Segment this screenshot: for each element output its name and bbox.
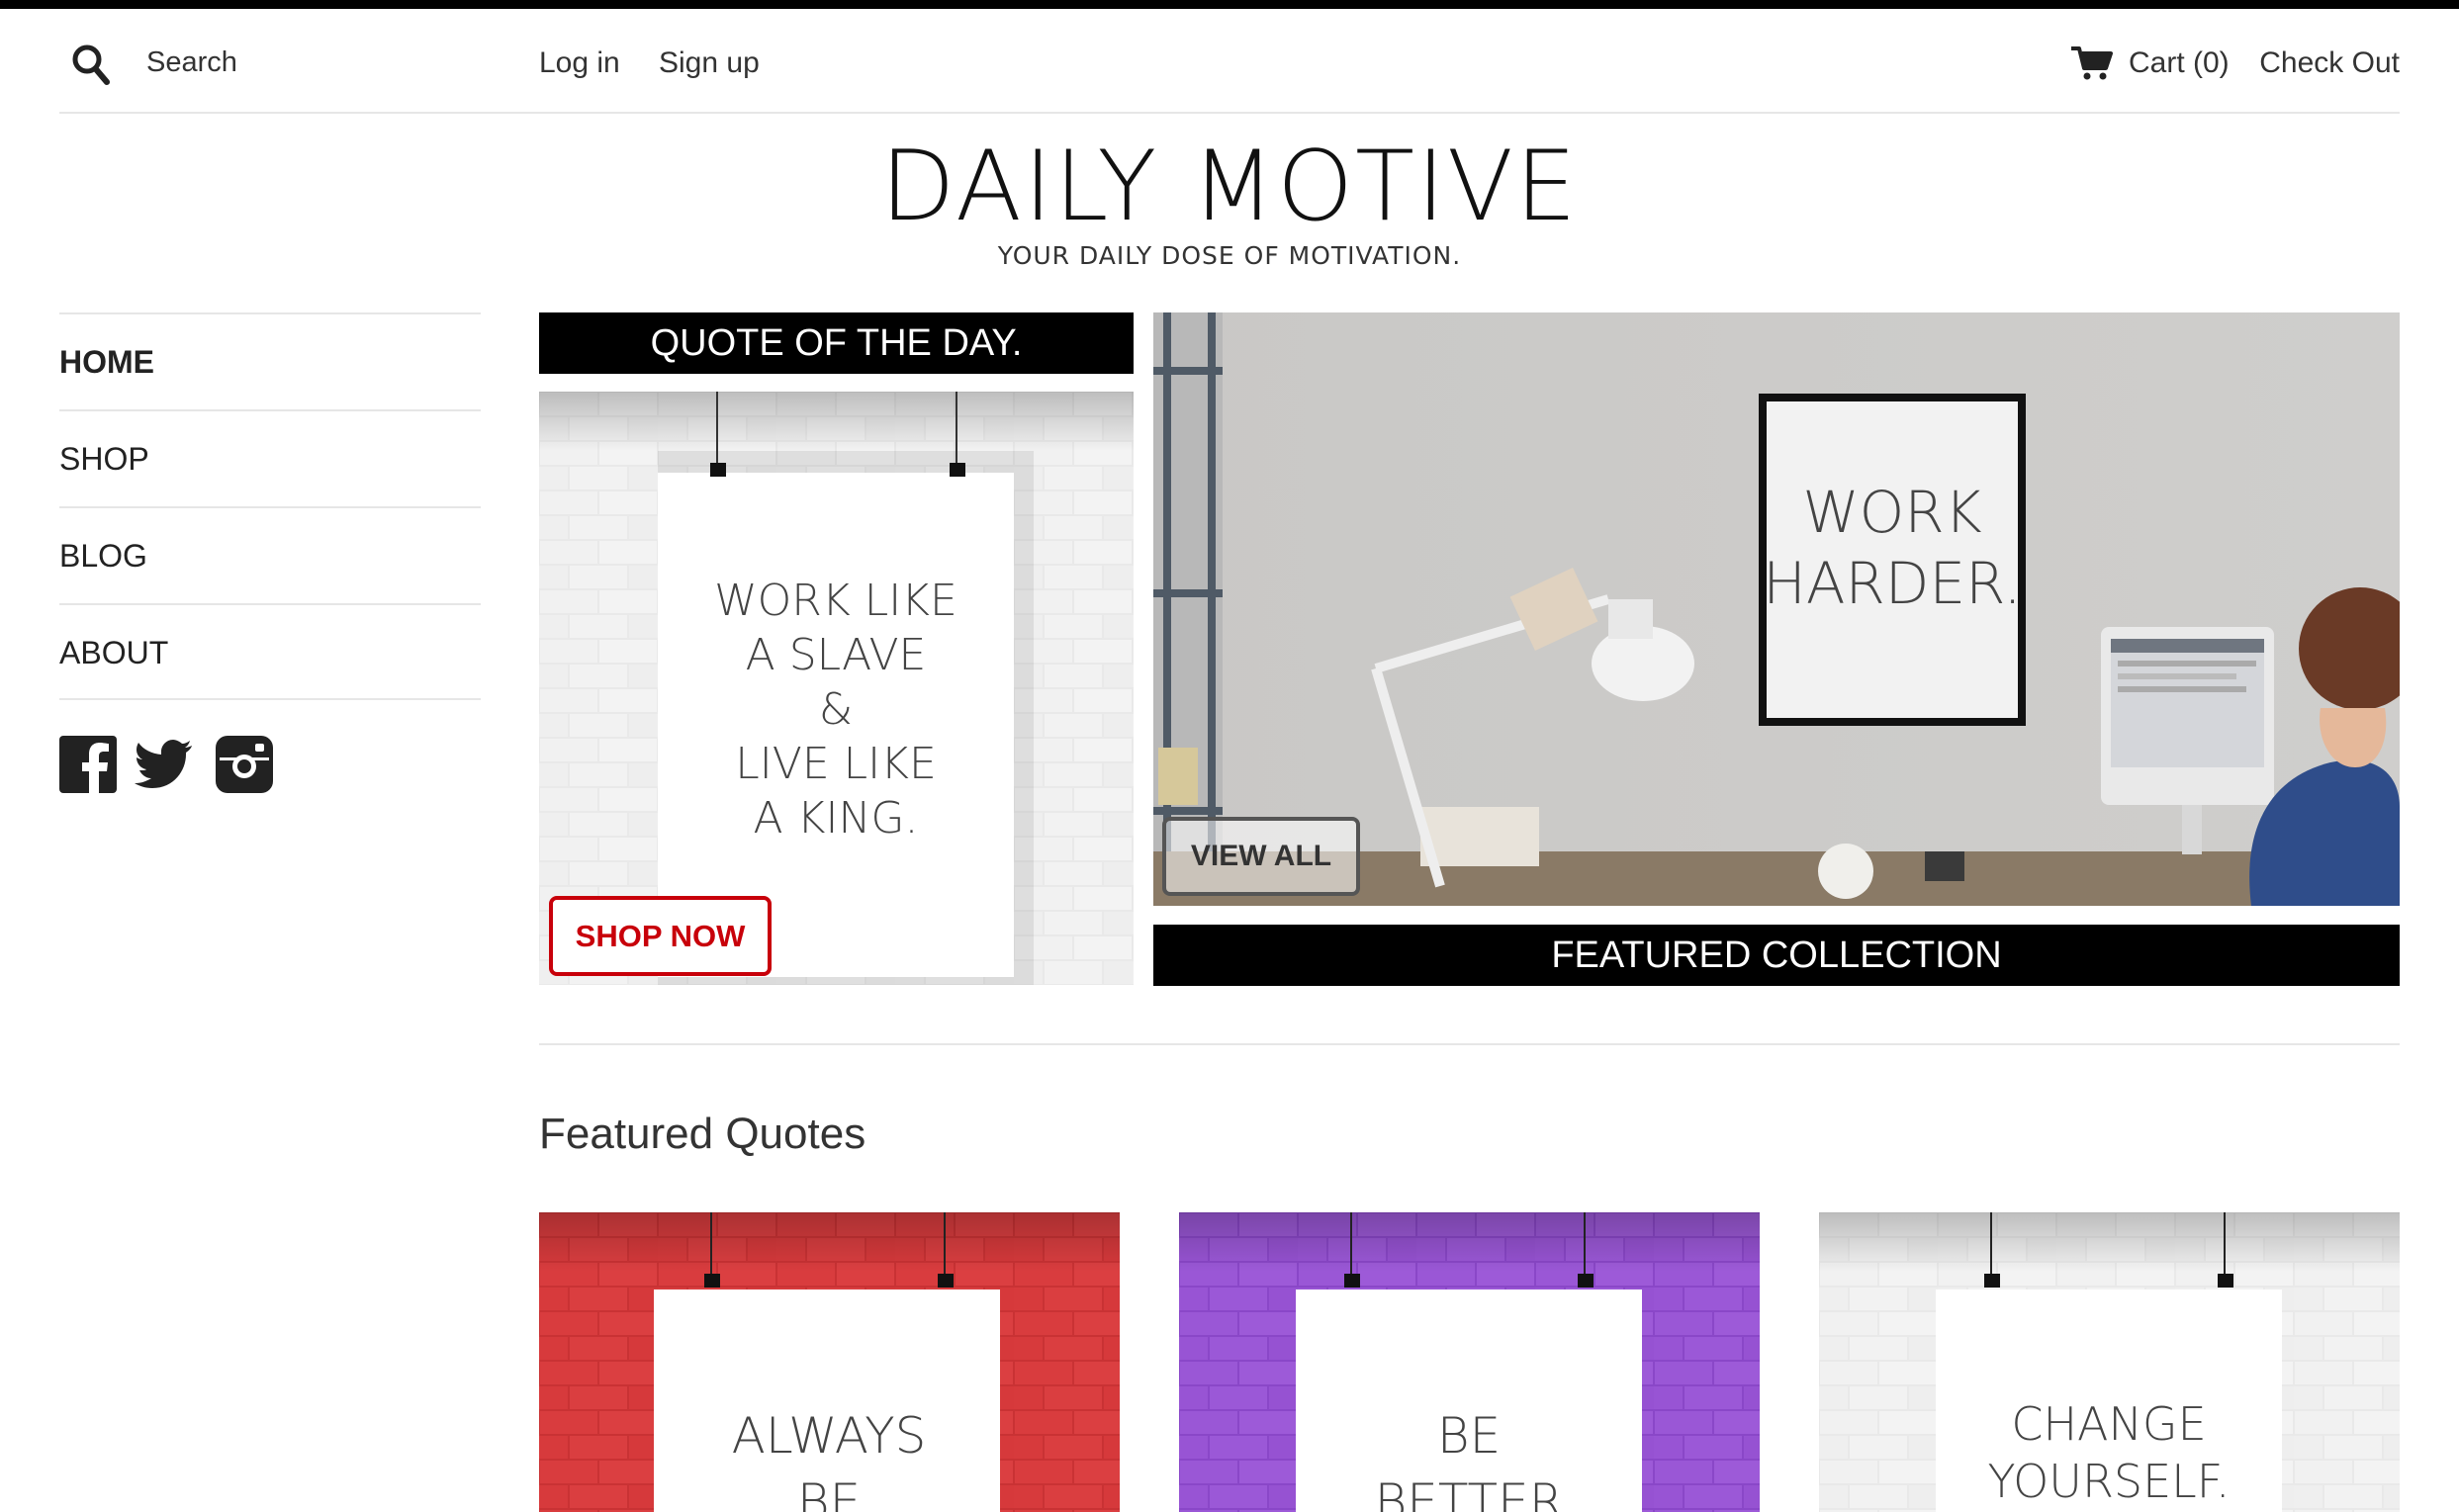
sidebar-item-about[interactable]: ABOUT: [59, 603, 481, 700]
shop-now-button[interactable]: SHOP NOW: [549, 896, 772, 976]
featured-poster-line: HARDER.: [1763, 550, 2022, 617]
facebook-icon[interactable]: [59, 736, 117, 793]
signup-link[interactable]: Sign up: [659, 46, 760, 80]
quote-of-day-heading: QUOTE OF THE DAY.: [539, 312, 1134, 374]
featured-poster-line: WORK: [1802, 479, 1981, 546]
card-poster-line: BE: [1437, 1407, 1501, 1465]
sidebar-item-shop[interactable]: SHOP: [59, 409, 481, 506]
quote-poster-line: WORK LIKE: [714, 576, 957, 626]
product-card[interactable]: ALWAYS BE: [539, 1212, 1120, 1512]
sidebar-item-blog[interactable]: BLOG: [59, 506, 481, 603]
cart-icon[interactable]: [2071, 45, 2113, 81]
site-tagline: YOUR DAILY DOSE OF MOTIVATION.: [997, 241, 1462, 270]
product-card[interactable]: BE BETTER: [1179, 1212, 1760, 1512]
quote-poster-line: A SLAVE: [746, 630, 927, 680]
site-header: Search Log in Sign up Cart (0) Check Out: [59, 9, 2400, 114]
search-input[interactable]: Search: [146, 46, 237, 79]
checkout-link[interactable]: Check Out: [2259, 46, 2400, 80]
twitter-icon[interactable]: [135, 736, 194, 793]
card-poster-line: YOURSELF.: [1987, 1455, 2230, 1508]
quote-poster-line: &: [819, 684, 853, 735]
view-all-button[interactable]: VIEW ALL: [1162, 817, 1360, 896]
quote-poster-line: LIVE LIKE: [735, 739, 937, 789]
card-poster-line: ALWAYS: [732, 1407, 927, 1465]
card-poster-line: BE: [797, 1473, 861, 1512]
product-card[interactable]: CHANGE YOURSELF.: [1819, 1212, 2400, 1512]
quote-poster-line: A KING.: [754, 793, 919, 844]
card-poster-line: BETTER: [1375, 1473, 1564, 1512]
site-logo[interactable]: DAILY MOTIVE: [0, 138, 2459, 235]
featured-collection-heading: FEATURED COLLECTION: [1153, 925, 2400, 986]
login-link[interactable]: Log in: [539, 46, 620, 80]
sidebar-item-home[interactable]: HOME: [59, 312, 481, 409]
top-accent-rule: [0, 0, 2459, 9]
featured-quotes-heading: Featured Quotes: [539, 1110, 866, 1158]
cart-link[interactable]: Cart (0): [2129, 46, 2230, 80]
search-icon[interactable]: [71, 43, 111, 86]
sidebar-nav: HOME SHOP BLOG ABOUT: [59, 312, 481, 700]
card-poster-line: CHANGE: [2011, 1397, 2206, 1451]
section-divider: [539, 1043, 2400, 1045]
instagram-icon[interactable]: [216, 736, 273, 793]
